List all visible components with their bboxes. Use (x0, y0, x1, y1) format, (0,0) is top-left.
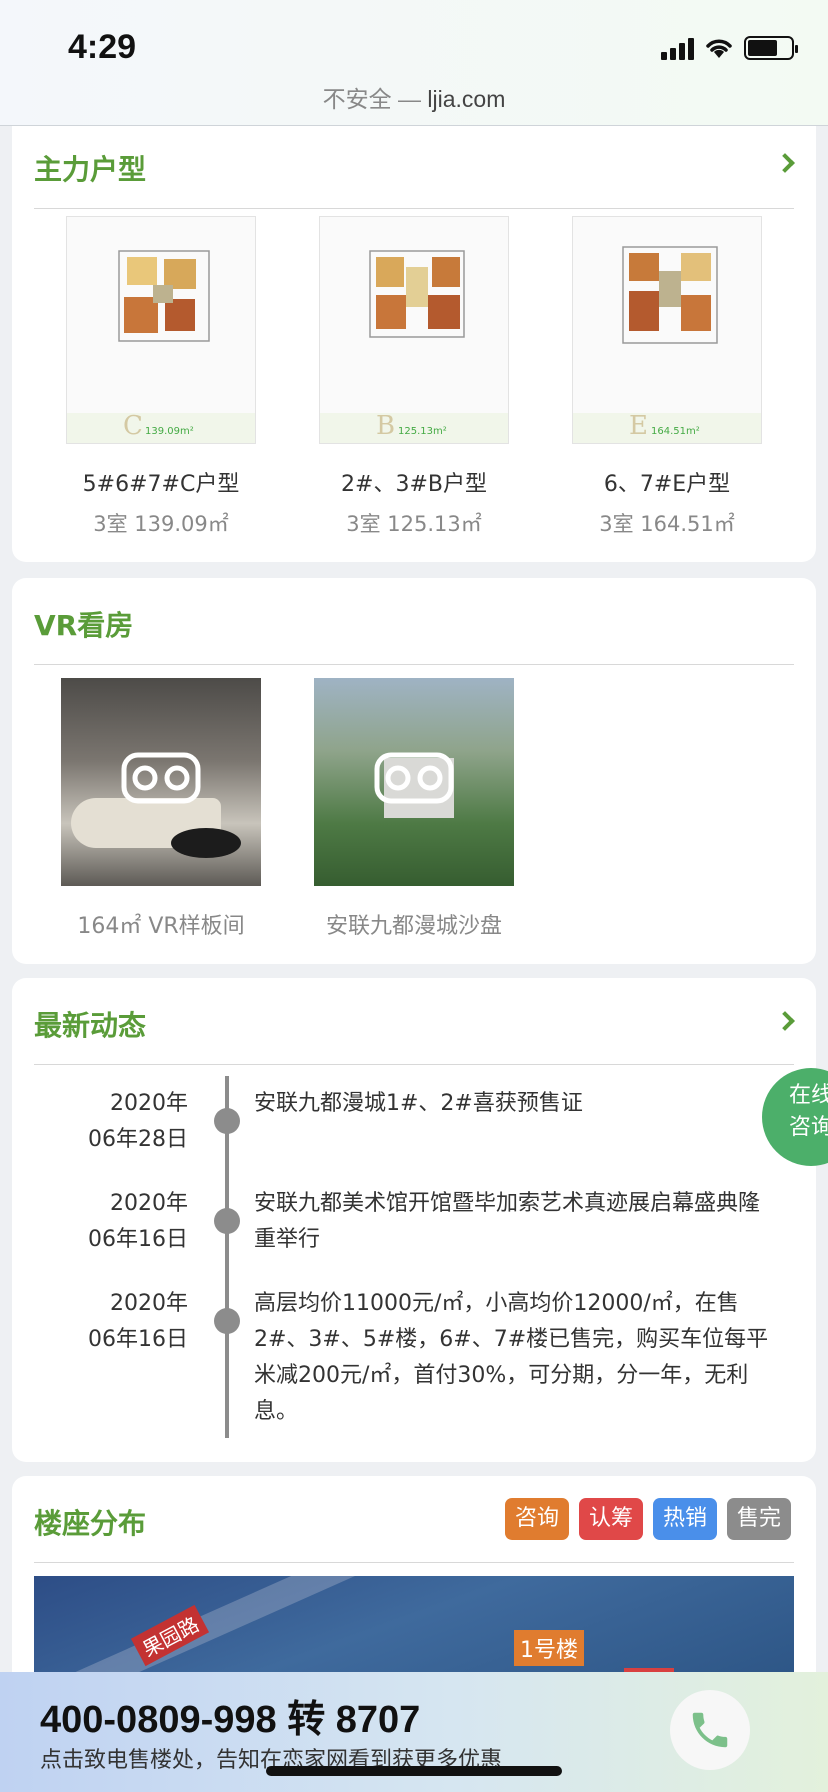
divider (34, 208, 794, 209)
browser-status-bar: 4:29 不安全 — ljia.com (0, 0, 828, 126)
vr-label: 安联九都漫城沙盘 (325, 914, 502, 939)
building-marker[interactable]: 1号楼 (514, 1630, 584, 1666)
url-bar[interactable]: 不安全 — ljia.com (0, 80, 828, 114)
news-date: 2020年 06年16日 (88, 1286, 188, 1358)
news-text: 安联九都漫城1#、2#喜获预售证 (254, 1091, 583, 1116)
latest-news-card: 最新动态 2020年 06年28日 安联九都漫城1#、2#喜获预售证 2020年… (12, 978, 816, 1462)
plan-letter: B (376, 411, 396, 441)
vr-label: 164㎡ VR样板间 (77, 914, 245, 939)
chevron-right-icon[interactable] (775, 153, 795, 173)
call-button[interactable] (670, 1690, 750, 1770)
floor-plan-item[interactable]: C 139.09m² 5#6#7#C户型 3室 139.09㎡ (66, 216, 256, 538)
news-year: 2020年 (110, 1091, 188, 1116)
floor-plan-name: 6、7#E户型 (603, 472, 731, 497)
divider (34, 1562, 794, 1563)
vr-item[interactable]: 164㎡ VR样板间 (61, 678, 261, 940)
vr-thumbnail (314, 678, 514, 886)
plan-area-tag: 125.13m² (398, 426, 447, 437)
news-date: 2020年 06年16日 (88, 1186, 188, 1258)
floor-plan-item[interactable]: E 164.51m² 6、7#E户型 3室 164.51㎡ (572, 216, 762, 538)
plan-letter: E (629, 411, 648, 441)
latest-news-title: 最新动态 (34, 1009, 147, 1042)
news-day: 06年16日 (88, 1227, 188, 1252)
news-day: 06年16日 (88, 1327, 188, 1352)
battery-icon (744, 36, 798, 60)
floor-plan-item[interactable]: B 125.13m² 2#、3#B户型 3室 125.13㎡ (319, 216, 509, 538)
floor-plan-image: B 125.13m² (319, 216, 509, 444)
status-icons (661, 36, 798, 60)
vr-item[interactable]: 安联九都漫城沙盘 (314, 678, 514, 940)
plan-area-tag: 164.51m² (651, 426, 700, 437)
home-indicator (266, 1766, 562, 1776)
floor-plan-drawing (118, 250, 210, 342)
floor-plans-card: 主力户型 C 139.09m² 5#6#7#C户型 3室 139.09㎡ B 1… (12, 126, 816, 562)
badge-hot-sale: 热销 (653, 1498, 718, 1540)
timeline-dot (214, 1108, 240, 1134)
badge-sold-out: 售完 (727, 1498, 792, 1540)
vr-tour-title: VR看房 (34, 609, 134, 642)
news-text: 安联九都美术馆开馆暨毕加索艺术真迹展启幕盛典隆重举行 (254, 1191, 761, 1252)
badge-subscribe: 认筹 (579, 1498, 644, 1540)
news-date: 2020年 06年28日 (88, 1086, 188, 1158)
floor-plan-spec: 3室 164.51㎡ (599, 512, 735, 536)
timeline-dot (214, 1208, 240, 1234)
vr-glasses-icon (121, 752, 201, 804)
phone-icon (692, 1712, 728, 1748)
news-text: 高层均价11000元/㎡，小高均价12000/㎡，在售2#、3#、5#楼，6#、… (254, 1291, 769, 1424)
floor-plan-image: E 164.51m² (572, 216, 762, 444)
badge-consult: 咨询 (505, 1498, 570, 1540)
timeline-dot (214, 1308, 240, 1334)
vr-thumbnail (61, 678, 261, 886)
floor-plan-drawing (369, 250, 465, 338)
news-year: 2020年 (110, 1191, 188, 1216)
phone-number[interactable]: 400-0809-998 转 8707 (40, 1688, 420, 1743)
floor-plan-spec: 3室 139.09㎡ (93, 512, 229, 536)
news-year: 2020年 (110, 1291, 188, 1316)
divider (34, 1064, 794, 1065)
floor-plan-drawing (622, 246, 718, 344)
floor-plans-title: 主力户型 (34, 153, 147, 186)
floor-plan-spec: 3室 125.13㎡ (346, 512, 482, 536)
plan-letter: C (123, 411, 143, 441)
clock: 4:29 (68, 28, 137, 66)
vr-glasses-icon (374, 752, 454, 804)
plan-area-tag: 139.09m² (145, 426, 194, 437)
url-domain: ljia.com (427, 86, 506, 112)
url-security-label: 不安全 — (322, 86, 422, 112)
floor-plan-name: 2#、3#B户型 (341, 472, 487, 497)
wifi-icon (706, 39, 732, 58)
chevron-right-icon[interactable] (775, 1011, 795, 1031)
news-day: 06年28日 (88, 1127, 188, 1152)
building-distribution-title: 楼座分布 (34, 1507, 147, 1540)
signal-icon (661, 36, 694, 60)
floor-plan-image: C 139.09m² (66, 216, 256, 444)
floor-plan-name: 5#6#7#C户型 (82, 472, 240, 497)
divider (34, 664, 794, 665)
vr-tour-card: VR看房 164㎡ VR样板间 安联九都漫城沙盘 (12, 578, 816, 964)
online-consult-line2: 咨询 (788, 1115, 828, 1140)
online-consult-line1: 在线 (788, 1083, 828, 1108)
